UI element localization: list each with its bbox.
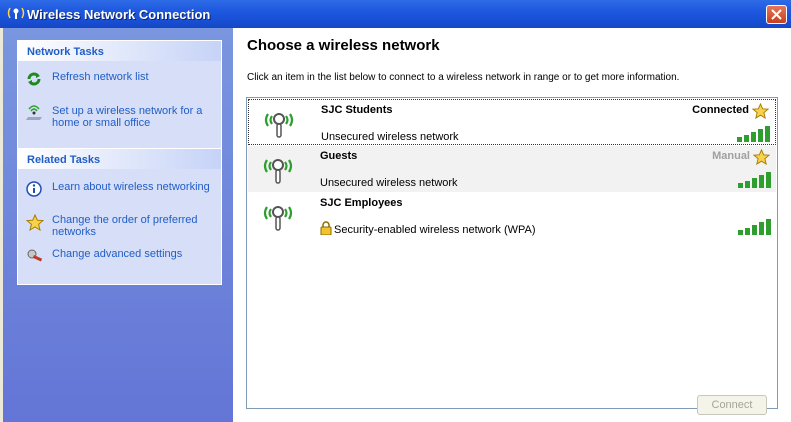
window-title: Wireless Network Connection (27, 7, 211, 22)
star-icon (25, 213, 45, 232)
network-status: Manual (712, 150, 750, 162)
task-pane: Network Tasks Refresh network list Set u… (3, 28, 233, 422)
signal-strength-icon (738, 172, 772, 191)
settings-icon (26, 248, 44, 264)
wireless-network-window: Wireless Network Connection Network Task… (0, 0, 791, 422)
network-list[interactable]: SJC Students Connected Unsecured wireles… (246, 97, 778, 409)
refresh-label: Refresh network list (52, 71, 149, 83)
main-content: Choose a wireless network Click an item … (233, 28, 791, 422)
close-icon (771, 9, 782, 20)
change-order-label: Change the order of preferred networks (52, 214, 198, 238)
signal-strength-icon (737, 126, 771, 145)
wireless-antenna-icon (260, 200, 296, 232)
page-title: Choose a wireless network (247, 37, 440, 54)
network-description: Security-enabled wireless network (WPA) (334, 224, 536, 236)
network-description: Unsecured wireless network (321, 131, 459, 143)
network-name: SJC Students (321, 104, 393, 116)
setup-label: Set up a wireless network for a home or … (52, 105, 203, 129)
close-button[interactable] (766, 5, 787, 24)
title-bar[interactable]: Wireless Network Connection (0, 0, 791, 28)
setup-wizard-icon (26, 105, 44, 121)
signal-strength-icon (738, 219, 772, 238)
related-tasks-header: Related Tasks (18, 149, 221, 169)
network-item-sjc-employees[interactable]: SJC Employees Security-enabled wireless … (248, 193, 776, 239)
network-name: Guests (320, 150, 358, 162)
network-status: Connected (692, 104, 749, 116)
related-tasks-panel: Related Tasks Learn about wireless netwo… (17, 148, 222, 285)
lock-icon (320, 221, 332, 238)
network-description: Unsecured wireless network (320, 177, 458, 189)
wireless-antenna-icon (260, 153, 296, 185)
advanced-settings-label: Change advanced settings (52, 248, 183, 260)
network-item-sjc-students[interactable]: SJC Students Connected Unsecured wireles… (248, 99, 776, 145)
wireless-antenna-icon (7, 6, 25, 22)
info-icon (26, 181, 44, 197)
connect-button[interactable]: Connect (697, 395, 767, 415)
network-item-guests[interactable]: Guests Manual Unsecured wireless network (248, 146, 776, 192)
instructions-text: Click an item in the list below to conne… (247, 72, 680, 83)
preferred-star-icon (751, 102, 770, 122)
wireless-antenna-icon (261, 107, 297, 139)
network-name: SJC Employees (320, 197, 403, 209)
network-tasks-panel: Network Tasks Refresh network list Set u… (17, 40, 222, 150)
preferred-star-icon (752, 148, 771, 168)
learn-wireless-label: Learn about wireless networking (52, 181, 210, 193)
network-tasks-header: Network Tasks (18, 41, 221, 61)
refresh-icon (26, 71, 44, 87)
